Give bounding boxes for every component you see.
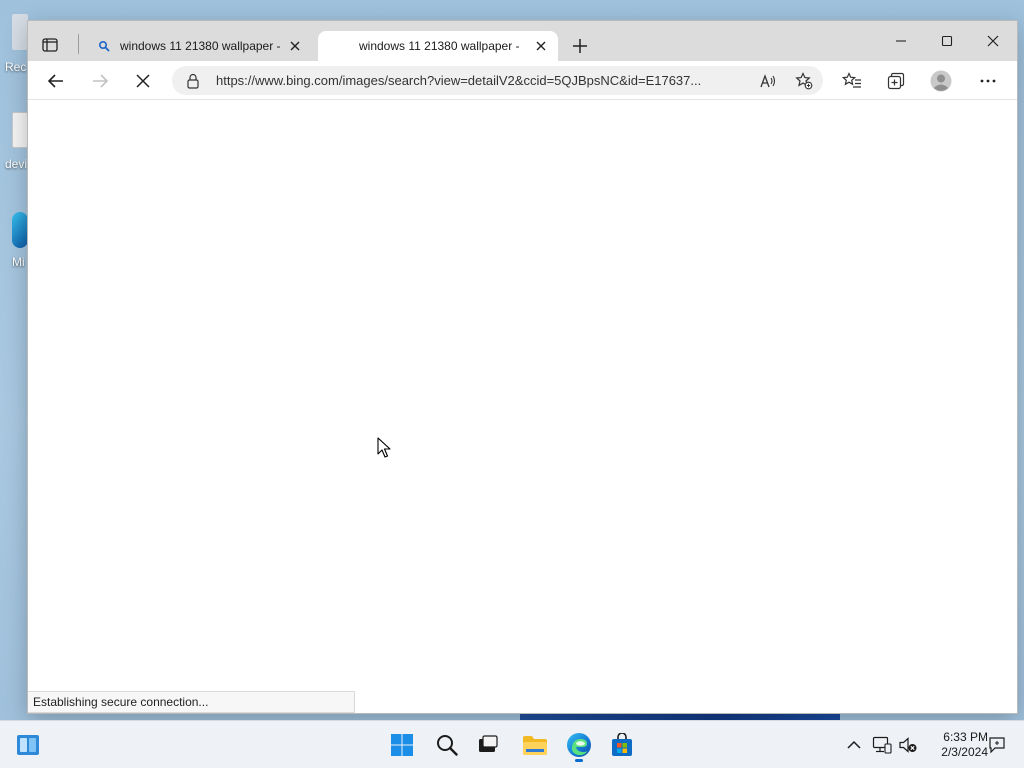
- more-dots-icon: [980, 79, 996, 83]
- lock-icon[interactable]: [186, 73, 200, 89]
- favorites-button[interactable]: [837, 67, 867, 95]
- widgets-icon: [17, 735, 39, 755]
- system-clock[interactable]: 6:33 PM 2/3/2024: [926, 730, 988, 760]
- add-favorite-icon[interactable]: [793, 71, 815, 91]
- tab-separator: [78, 34, 79, 54]
- network-button[interactable]: [872, 735, 892, 755]
- minimize-icon: [896, 40, 906, 42]
- collections-icon: [887, 72, 905, 90]
- chevron-up-icon: [847, 740, 861, 749]
- notifications-button[interactable]: [987, 735, 1007, 755]
- profile-button[interactable]: [926, 67, 956, 95]
- forward-arrow-icon: [93, 74, 109, 88]
- close-icon: [987, 35, 999, 47]
- bing-search-icon: [96, 38, 112, 54]
- clock-time: 6:33 PM: [943, 730, 988, 744]
- desktop-icon-label: devi: [5, 157, 28, 171]
- forward-button[interactable]: [85, 67, 115, 95]
- volume-muted-icon: [899, 737, 917, 753]
- start-icon: [391, 734, 413, 756]
- show-hidden-icons-button[interactable]: [844, 735, 864, 755]
- task-view-button[interactable]: [470, 727, 506, 763]
- notification-icon: [989, 737, 1005, 754]
- avatar-icon: [930, 70, 952, 92]
- desktop-icon-label: Mi: [12, 255, 25, 269]
- file-icon: [12, 112, 28, 148]
- close-window-button[interactable]: [970, 29, 1016, 53]
- desktop-icon-label: Rec: [5, 60, 27, 74]
- taskbar: 6:33 PM 2/3/2024: [0, 720, 1024, 768]
- url-text[interactable]: https://www.bing.com/images/search?view=…: [216, 73, 746, 89]
- file-explorer-icon: [523, 736, 547, 755]
- stop-icon: [136, 74, 150, 88]
- edge-icon: [567, 733, 591, 757]
- status-bar: Establishing secure connection...: [28, 691, 355, 713]
- collections-button[interactable]: [881, 67, 911, 95]
- tab-actions-icon: [42, 38, 58, 52]
- file-explorer-button[interactable]: [517, 727, 553, 763]
- new-tab-button[interactable]: [566, 33, 594, 59]
- close-tab-icon[interactable]: [534, 39, 548, 53]
- mouse-cursor-icon: [377, 437, 391, 458]
- edge-taskbar-button[interactable]: [561, 727, 597, 763]
- widgets-button[interactable]: [10, 727, 46, 763]
- settings-more-button[interactable]: [973, 67, 1003, 95]
- minimize-button[interactable]: [878, 29, 924, 53]
- close-tab-icon[interactable]: [288, 39, 302, 53]
- task-view-icon: [479, 735, 498, 752]
- volume-button[interactable]: [898, 735, 918, 755]
- plus-icon: [573, 39, 587, 53]
- navigation-toolbar: https://www.bing.com/images/search?view=…: [28, 61, 1017, 100]
- tab-active-loading[interactable]: windows 11 21380 wallpaper -: [318, 31, 558, 61]
- tab-title: windows 11 21380 wallpaper -: [359, 39, 520, 53]
- store-button[interactable]: [604, 727, 640, 763]
- tab-title: windows 11 21380 wallpaper -: [120, 39, 280, 53]
- maximize-icon: [941, 35, 953, 47]
- tab-bing-search[interactable]: windows 11 21380 wallpaper -: [86, 31, 312, 61]
- search-button[interactable]: [429, 727, 465, 763]
- back-arrow-icon: [47, 74, 63, 88]
- browser-window: windows 11 21380 wallpaper - windows 11 …: [28, 21, 1017, 713]
- edge-shortcut-icon: [12, 212, 28, 248]
- clock-date: 2/3/2024: [941, 745, 988, 759]
- search-icon: [437, 735, 458, 756]
- store-icon: [612, 733, 632, 756]
- start-button[interactable]: [384, 727, 420, 763]
- page-content[interactable]: [28, 101, 1017, 713]
- favorites-icon: [842, 72, 861, 88]
- tab-actions-button[interactable]: [38, 34, 62, 56]
- stop-loading-button[interactable]: [128, 67, 158, 95]
- recycle-bin-icon: [12, 14, 28, 50]
- address-bar[interactable]: https://www.bing.com/images/search?view=…: [172, 66, 823, 95]
- title-bar: windows 11 21380 wallpaper - windows 11 …: [28, 21, 1017, 61]
- maximize-button[interactable]: [924, 29, 970, 53]
- back-button[interactable]: [41, 67, 71, 95]
- read-aloud-icon[interactable]: [757, 71, 779, 91]
- network-icon: [872, 736, 892, 754]
